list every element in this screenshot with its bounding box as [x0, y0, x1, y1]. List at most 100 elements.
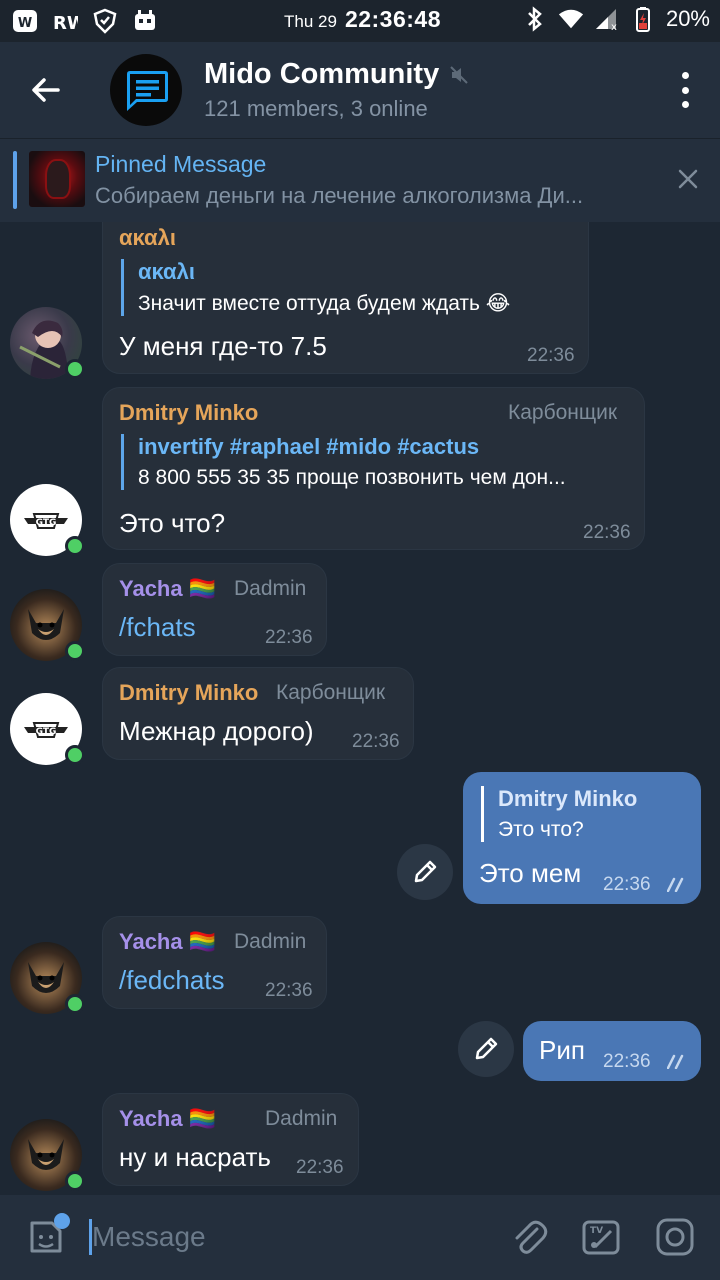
reply-text: Значит вместе оттуда будем ждать 😂 — [138, 292, 511, 315]
read-checkmarks-icon — [667, 1054, 684, 1069]
avatar[interactable] — [10, 589, 85, 661]
reply-sender: Dmitry Minko — [498, 786, 638, 811]
signal-icon: x — [594, 6, 620, 32]
reply-sender: ακαλι — [138, 259, 195, 284]
pencil-icon — [475, 1037, 498, 1060]
app-notification-icon — [132, 8, 158, 34]
status-date: Thu 29 — [284, 12, 337, 31]
online-indicator — [65, 1171, 85, 1191]
sender-name[interactable]: ακαλι — [119, 225, 176, 251]
message-text: Межнар дорого) — [119, 716, 314, 746]
more-vertical-icon[interactable] — [680, 72, 690, 108]
online-indicator — [65, 536, 85, 556]
message-text: У меня где-то 7.5 — [119, 331, 327, 361]
chat-avatar[interactable] — [110, 54, 182, 126]
wifi-icon — [558, 6, 584, 32]
sender-name[interactable]: Yacha 🏳️‍🌈 — [119, 929, 216, 955]
chat-bubble-icon — [127, 71, 168, 111]
message-list[interactable]: ακαλι ακαλι Значит вместе оттуда будем ж… — [0, 222, 720, 1195]
admin-title: Dadmin — [265, 1107, 338, 1130]
bot-command-link[interactable]: /fchats — [119, 612, 196, 643]
reply-preview[interactable]: invertify #raphael #mido #cactus 8 800 5… — [121, 434, 631, 490]
online-indicator — [65, 641, 85, 661]
message-time: 22:36 — [265, 980, 313, 1001]
admin-title: Dadmin — [234, 930, 307, 953]
message-time: 22:36 — [352, 731, 400, 752]
close-icon[interactable] — [676, 167, 700, 191]
message-bubble[interactable]: Dmitry Minko Карбонщик invertify #raphae… — [102, 387, 645, 550]
chat-members-status: 121 members, 3 online — [204, 96, 428, 121]
svg-text:GTG: GTG — [36, 727, 57, 737]
bluetooth-icon — [522, 6, 548, 32]
shield-icon — [92, 8, 118, 34]
message-time: 22:36 — [603, 1051, 651, 1072]
admin-title: Карбонщик — [508, 401, 618, 424]
svg-text:RW: RW — [53, 13, 78, 34]
sender-name[interactable]: Yacha 🏳️‍🌈 — [119, 1106, 216, 1132]
message-bubble[interactable]: Dmitry Minko Карбонщик Межнар дорого) 22… — [102, 667, 414, 760]
chat-title-text: Mido Community — [204, 58, 440, 90]
muted-speaker-icon — [450, 65, 468, 84]
message-text: Это что? — [119, 508, 226, 538]
avatar[interactable] — [10, 1119, 85, 1191]
pinned-thumbnail — [29, 151, 85, 207]
message-time: 22:36 — [583, 522, 631, 543]
message-input[interactable]: Message — [92, 1221, 206, 1253]
arrow-left-icon — [32, 78, 60, 102]
message-bubble-outgoing[interactable]: Dmitry Minko Это что? Это мем 22:36 — [463, 772, 701, 904]
message-bubble[interactable]: Yacha 🏳️‍🌈 Dadmin ну и насрать 22:36 — [102, 1093, 359, 1186]
edit-button[interactable] — [458, 1021, 514, 1077]
sender-name[interactable]: Dmitry Minko — [119, 400, 258, 426]
app-notification-icon: W — [12, 8, 38, 34]
back-button[interactable] — [28, 72, 64, 108]
status-time: 22:36:48 — [344, 6, 442, 32]
pinned-indicator — [13, 151, 17, 209]
message-time: 22:36 — [527, 345, 575, 366]
reply-text: 8 800 555 35 35 проще позвонить чем дон.… — [138, 466, 566, 489]
bot-commands-icon[interactable]: TV — [581, 1217, 621, 1257]
pinned-text: Собираем деньги на лечение алкоголизма Д… — [95, 183, 584, 208]
edit-button[interactable] — [397, 844, 453, 900]
svg-text:W: W — [18, 16, 32, 31]
online-indicator — [65, 745, 85, 765]
chat-title[interactable]: Mido Community — [204, 58, 469, 91]
message-text: Рип — [539, 1035, 585, 1065]
avatar[interactable]: GTG — [10, 693, 85, 765]
paperclip-icon[interactable] — [509, 1217, 549, 1257]
online-indicator — [65, 359, 85, 379]
read-checkmarks-icon — [667, 877, 684, 892]
sender-name[interactable]: Yacha 🏳️‍🌈 — [119, 576, 216, 602]
battery-percent: 20% — [665, 6, 710, 31]
chat-header: Mido Community 121 members, 3 online — [0, 42, 720, 138]
svg-text:GTG: GTG — [36, 518, 57, 528]
message-text: ну и насрать — [119, 1142, 271, 1172]
message-bubble-outgoing[interactable]: Рип 22:36 — [523, 1021, 701, 1081]
sender-name[interactable]: Dmitry Minko — [119, 680, 258, 706]
reply-preview[interactable]: ακαλι Значит вместе оттуда будем ждать 😂 — [121, 259, 571, 316]
avatar[interactable]: GTG — [10, 484, 85, 556]
pinned-title: Pinned Message — [95, 151, 267, 177]
reply-text: Это что? — [498, 818, 584, 841]
reply-sender: invertify #raphael #mido #cactus — [138, 434, 480, 459]
avatar[interactable] — [10, 942, 85, 1014]
message-composer: Message TV — [0, 1195, 720, 1280]
pinned-message-bar[interactable]: Pinned Message Собираем деньги на лечени… — [0, 138, 720, 222]
notification-icons: W RW — [12, 8, 158, 34]
message-bubble[interactable]: Yacha 🏳️‍🌈 Dadmin /fchats 22:36 — [102, 563, 327, 656]
admin-title: Dadmin — [234, 577, 307, 600]
bot-command-link[interactable]: /fedchats — [119, 965, 225, 996]
message-bubble[interactable]: ακαλι ακαλι Значит вместе оттуда будем ж… — [102, 222, 589, 374]
online-indicator — [65, 994, 85, 1014]
battery-icon — [630, 6, 656, 32]
avatar[interactable] — [10, 307, 85, 379]
new-stickers-badge — [54, 1213, 70, 1229]
message-text: Это мем — [479, 858, 582, 888]
app-notification-icon: RW — [52, 8, 78, 34]
message-bubble[interactable]: Yacha 🏳️‍🌈 Dadmin /fedchats 22:36 — [102, 916, 327, 1009]
status-bar: W RW Thu 29 22:36:48 x 20% — [0, 0, 720, 42]
message-time: 22:36 — [265, 627, 313, 648]
instagram-camera-icon[interactable] — [655, 1217, 695, 1257]
reply-preview[interactable]: Dmitry Minko Это что? — [481, 786, 681, 842]
message-time: 22:36 — [603, 874, 651, 895]
message-time: 22:36 — [296, 1157, 344, 1178]
